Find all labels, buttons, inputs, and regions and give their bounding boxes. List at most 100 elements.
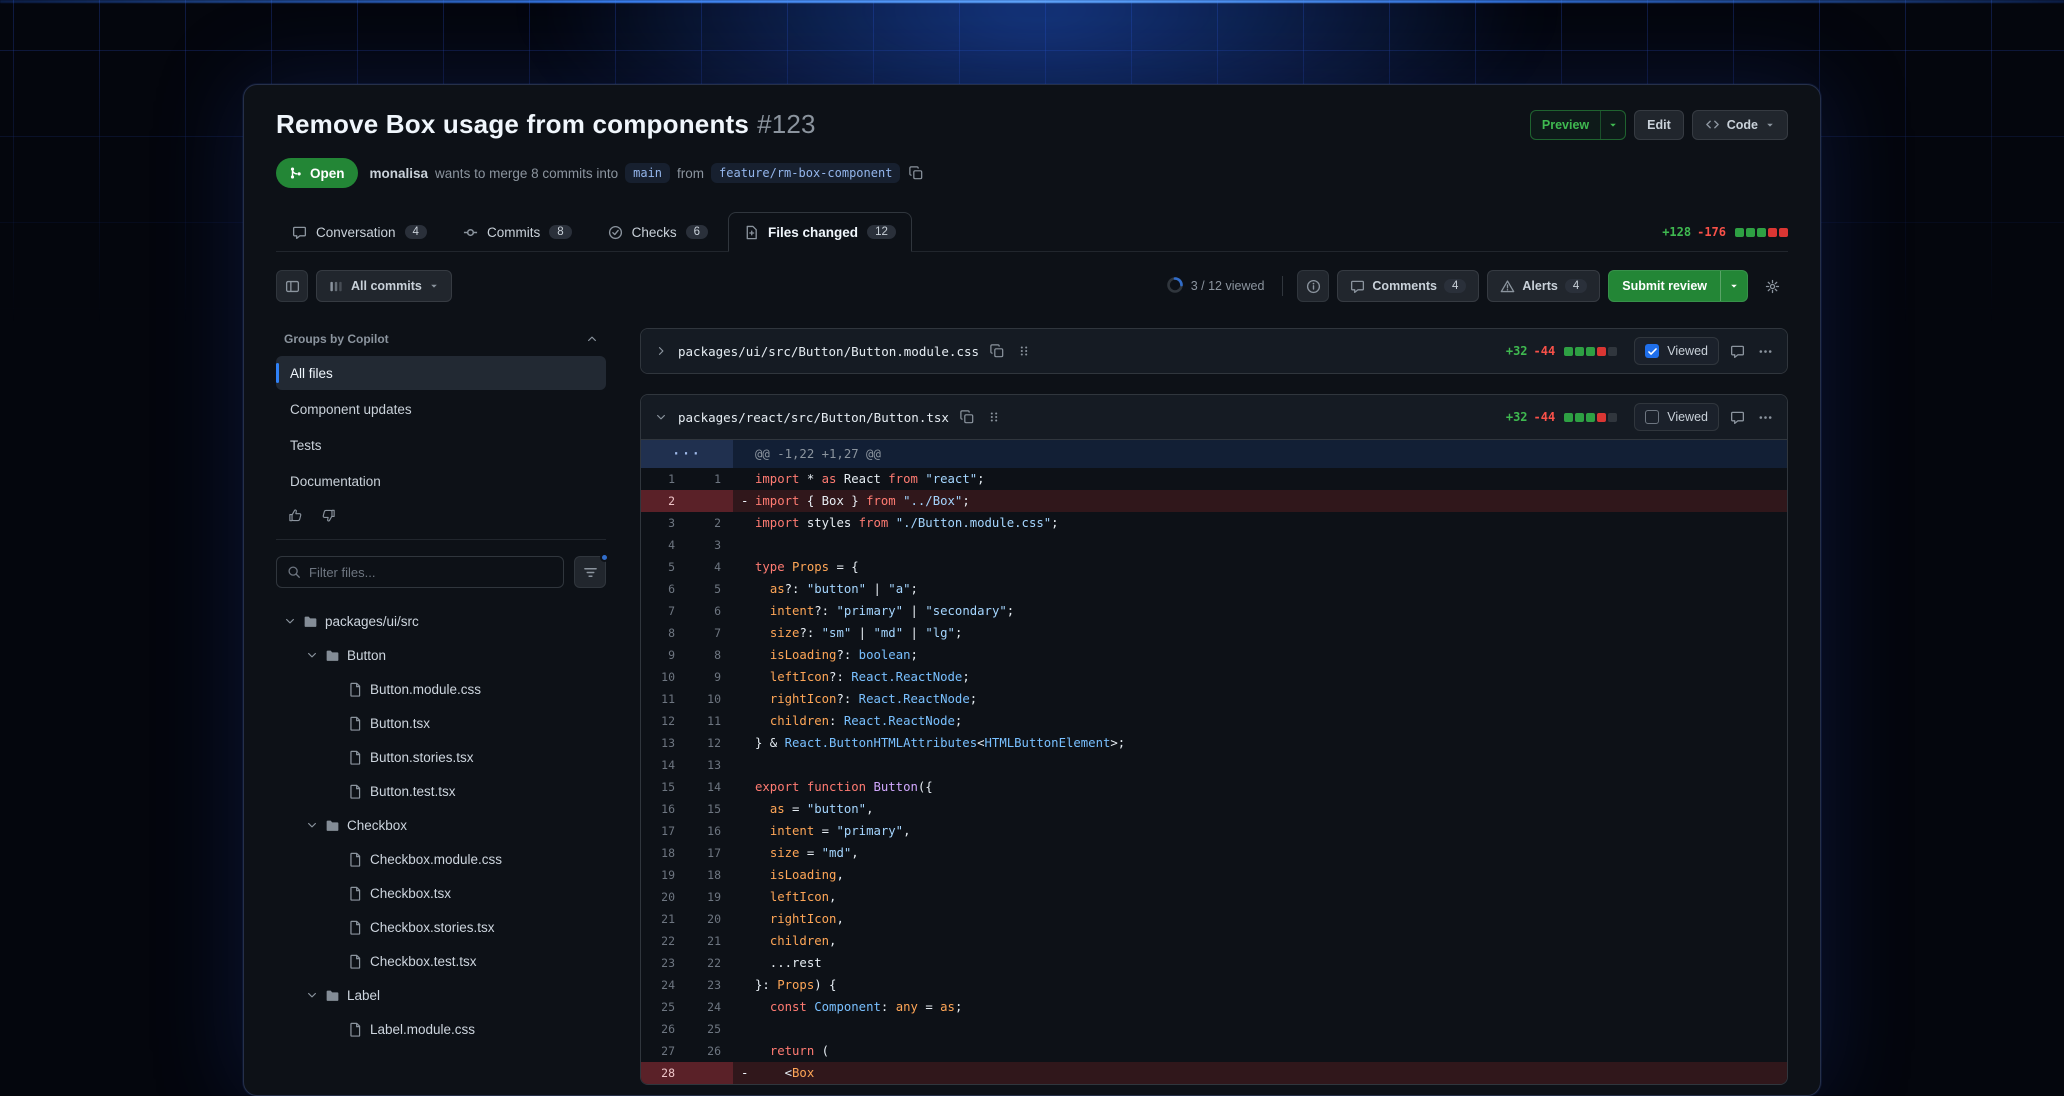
base-branch-label[interactable]: main <box>625 163 670 183</box>
tree-file-label-module-css[interactable]: Label.module.css <box>276 1012 606 1046</box>
thumbs-down-icon[interactable] <box>321 508 336 523</box>
file-options-button[interactable] <box>1756 342 1775 361</box>
tree-file-checkbox-module-css[interactable]: Checkbox.module.css <box>276 842 606 876</box>
code-content: as?: "button" | "a"; <box>755 578 1787 600</box>
collapse-file-button[interactable] <box>653 409 669 425</box>
chevron-up-icon[interactable] <box>586 333 598 345</box>
viewed-toggle[interactable]: Viewed <box>1634 403 1719 431</box>
all-commits-dropdown[interactable]: All commits <box>316 270 452 302</box>
sidebar-group-tests[interactable]: Tests <box>276 428 606 462</box>
tree-file-checkbox-tsx[interactable]: Checkbox.tsx <box>276 876 606 910</box>
viewed-checkbox[interactable] <box>1645 344 1659 358</box>
tree-file-button-stories-tsx[interactable]: Button.stories.tsx <box>276 740 606 774</box>
tree-file-button-tsx[interactable]: Button.tsx <box>276 706 606 740</box>
diff-line[interactable]: 1918 isLoading, <box>641 864 1787 886</box>
diff-line[interactable]: 2322 ...rest <box>641 952 1787 974</box>
comments-button[interactable]: Comments 4 <box>1337 270 1479 302</box>
diff-line[interactable]: 43 <box>641 534 1787 556</box>
diff-line[interactable]: 65 as?: "button" | "a"; <box>641 578 1787 600</box>
diff-line[interactable]: 1514export function Button({ <box>641 776 1787 798</box>
diff-marker <box>733 864 755 886</box>
diff-line[interactable]: 87 size?: "sm" | "md" | "lg"; <box>641 622 1787 644</box>
author-name[interactable]: monalisa <box>370 166 429 181</box>
code-content: size = "md", <box>755 842 1787 864</box>
pull-request-window: Remove Box usage from components#123 Pre… <box>243 84 1821 1096</box>
filter-files-input[interactable] <box>309 565 553 580</box>
tree-file-checkbox-test-tsx[interactable]: Checkbox.test.tsx <box>276 944 606 978</box>
diff-line[interactable]: 1413 <box>641 754 1787 776</box>
toggle-sidebar-button[interactable] <box>276 270 308 302</box>
diff-line[interactable]: 1110 rightIcon?: React.ReactNode; <box>641 688 1787 710</box>
diff-line[interactable]: 76 intent?: "primary" | "secondary"; <box>641 600 1787 622</box>
file-options-button[interactable] <box>1756 408 1775 427</box>
copy-path-button[interactable] <box>958 408 976 426</box>
preview-button[interactable]: Preview <box>1530 110 1626 140</box>
code-content: children, <box>755 930 1787 952</box>
diff-line[interactable]: 54type Props = { <box>641 556 1787 578</box>
diff-line[interactable]: 28- <Box <box>641 1062 1787 1084</box>
viewed-toggle[interactable]: Viewed <box>1634 337 1719 365</box>
tree-folder-checkbox[interactable]: Checkbox <box>276 808 606 842</box>
copy-branch-button[interactable] <box>907 164 925 182</box>
versions-icon <box>329 279 344 294</box>
diff-line[interactable]: 1211 children: React.ReactNode; <box>641 710 1787 732</box>
diff-marker: - <box>733 490 755 512</box>
alerts-count: 4 <box>1565 279 1587 293</box>
diff-line[interactable]: 98 isLoading?: boolean; <box>641 644 1787 666</box>
edit-button[interactable]: Edit <box>1634 110 1684 140</box>
diff-line[interactable]: 2120 rightIcon, <box>641 908 1787 930</box>
diff-line[interactable]: 2726 return ( <box>641 1040 1787 1062</box>
tab-checks[interactable]: Checks6 <box>592 212 724 252</box>
tab-conversation[interactable]: Conversation4 <box>276 212 443 252</box>
expand-hunk-button[interactable]: ··· <box>641 440 733 468</box>
tree-file-button-test-tsx[interactable]: Button.test.tsx <box>276 774 606 808</box>
new-line-number: 10 <box>687 688 733 710</box>
diff-line[interactable]: 1312} & React.ButtonHTMLAttributes<HTMLB… <box>641 732 1787 754</box>
diff-line[interactable]: 109 leftIcon?: React.ReactNode; <box>641 666 1787 688</box>
copy-path-button[interactable] <box>988 342 1006 360</box>
viewed-checkbox[interactable] <box>1645 410 1659 424</box>
settings-button[interactable] <box>1756 270 1788 302</box>
diff-line[interactable]: 11import * as React from "react"; <box>641 468 1787 490</box>
filter-options-button[interactable] <box>574 556 606 588</box>
tree-item-label: Label.module.css <box>370 1022 475 1037</box>
diff-line[interactable]: 1817 size = "md", <box>641 842 1787 864</box>
diff-line[interactable]: 2019 leftIcon, <box>641 886 1787 908</box>
tree-folder-packages-ui-src[interactable]: packages/ui/src <box>276 604 606 638</box>
head-branch-label[interactable]: feature/rm-box-component <box>711 163 900 183</box>
code-button[interactable]: Code <box>1692 110 1788 140</box>
diff-line[interactable]: 1716 intent = "primary", <box>641 820 1787 842</box>
diff-line[interactable]: 32import styles from "./Button.module.cs… <box>641 512 1787 534</box>
tree-file-button-module-css[interactable]: Button.module.css <box>276 672 606 706</box>
groups-feedback <box>276 498 606 527</box>
tree-folder-button[interactable]: Button <box>276 638 606 672</box>
drag-handle[interactable] <box>985 408 1003 426</box>
diff-line[interactable]: 2221 children, <box>641 930 1787 952</box>
tree-file-checkbox-stories-tsx[interactable]: Checkbox.stories.tsx <box>276 910 606 944</box>
tab-files-changed[interactable]: Files changed12 <box>728 212 912 252</box>
tab-commits[interactable]: Commits8 <box>447 212 588 252</box>
filter-files-field[interactable] <box>276 556 564 588</box>
diff-line[interactable]: 2625 <box>641 1018 1787 1040</box>
diff-line[interactable]: 1615 as = "button", <box>641 798 1787 820</box>
file-comment-button[interactable] <box>1728 342 1747 361</box>
diff-line[interactable]: 2-import { Box } from "../Box"; <box>641 490 1787 512</box>
sidebar-group-all-files[interactable]: All files <box>276 356 606 390</box>
diff-line[interactable]: 2423}: Props) { <box>641 974 1787 996</box>
submit-review-dropdown[interactable] <box>1720 271 1747 301</box>
sidebar-group-documentation[interactable]: Documentation <box>276 464 606 498</box>
alerts-button[interactable]: Alerts 4 <box>1487 270 1600 302</box>
thumbs-up-icon[interactable] <box>288 508 303 523</box>
expand-file-button[interactable] <box>653 343 669 359</box>
code-content: leftIcon?: React.ReactNode; <box>755 666 1787 688</box>
preview-dropdown[interactable] <box>1600 111 1625 139</box>
info-button[interactable] <box>1297 270 1329 302</box>
tree-folder-label[interactable]: Label <box>276 978 606 1012</box>
divider <box>1282 276 1283 296</box>
file-comment-button[interactable] <box>1728 408 1747 427</box>
drag-handle[interactable] <box>1015 342 1033 360</box>
diff-line[interactable]: 2524 const Component: any = as; <box>641 996 1787 1018</box>
sidebar-group-component-updates[interactable]: Component updates <box>276 392 606 426</box>
submit-review-button[interactable]: Submit review <box>1608 270 1748 302</box>
tab-label: Files changed <box>768 225 858 240</box>
